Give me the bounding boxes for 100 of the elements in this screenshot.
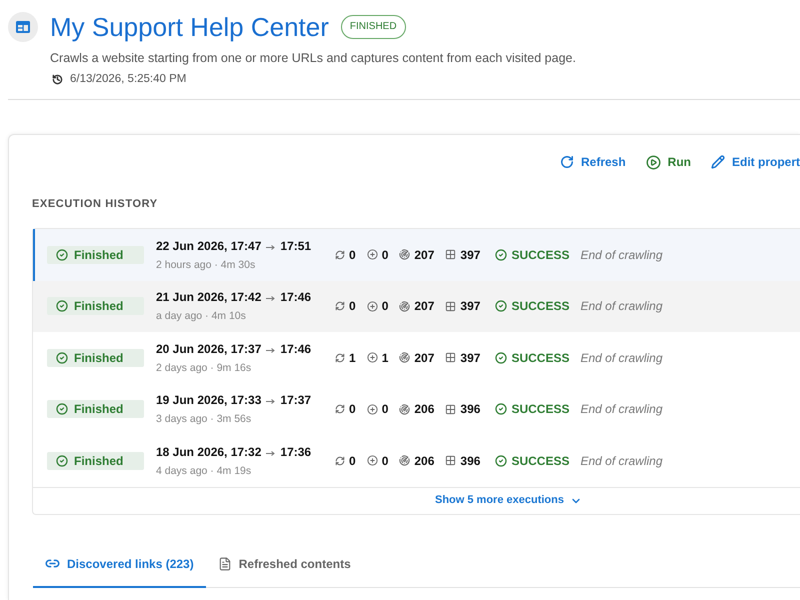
plus-circle-icon xyxy=(366,455,378,466)
plus-circle-icon xyxy=(366,249,378,260)
sync-icon xyxy=(335,352,345,363)
sync-icon xyxy=(335,404,345,414)
radar-icon xyxy=(399,404,410,415)
radar-icon xyxy=(399,455,410,466)
plus-circle-icon xyxy=(366,352,378,364)
check-circle-icon xyxy=(495,352,508,364)
start-time: 19 Jun 2026, 17:33 xyxy=(156,392,262,408)
result-message: End of crawling xyxy=(580,350,662,367)
count-value: 206 xyxy=(414,401,434,418)
grid-icon xyxy=(445,455,456,466)
count-value: 396 xyxy=(460,452,480,470)
count-value: 207 xyxy=(414,246,434,264)
sync-icon xyxy=(335,456,345,466)
end-time: 17:36 xyxy=(280,444,312,460)
radar-icon xyxy=(399,249,410,260)
start-time: 22 Jun 2026, 17:47 xyxy=(156,238,262,254)
edit-button[interactable]: Edit propert xyxy=(711,153,800,171)
status-label: Finished xyxy=(74,350,124,367)
start-time: 18 Jun 2026, 17:32 xyxy=(156,444,262,460)
relative-time: 2 hours ago · 4m 30s xyxy=(156,258,256,272)
sync-icon xyxy=(335,250,345,260)
result-label: SUCCESS xyxy=(511,298,570,316)
arrow-right-icon xyxy=(266,244,276,250)
check-circle-icon xyxy=(56,454,68,467)
refresh-button[interactable]: Refresh xyxy=(560,153,626,171)
play-icon xyxy=(646,154,661,170)
execution-row[interactable]: Finished 22 Jun 2026, 17:47 17:51 2 hours ago · 4m 30s 0 0 207 397 SUCCESS End of crawling xyxy=(33,229,800,280)
browser-window-icon xyxy=(8,12,38,42)
status-label: Finished xyxy=(74,452,124,470)
end-time: 17:51 xyxy=(280,238,312,254)
count-value: 0 xyxy=(382,452,388,470)
start-time: 21 Jun 2026, 17:42 xyxy=(156,289,262,306)
count-value: 0 xyxy=(382,246,388,264)
check-circle-icon xyxy=(495,454,508,467)
result-message: End of crawling xyxy=(580,401,662,418)
start-time: 20 Jun 2026, 17:37 xyxy=(156,340,262,357)
result-label: SUCCESS xyxy=(511,401,570,418)
check-circle-icon xyxy=(495,300,508,312)
grid-icon xyxy=(445,404,456,415)
execution-row[interactable]: Finished 21 Jun 2026, 17:42 17:46 a day ago · 4m 10s 0 0 207 397 SUCCESS End of crawling xyxy=(33,280,800,332)
arrow-right-icon xyxy=(266,450,276,456)
timestamp: 6/13/2026, 5:25:40 PM xyxy=(70,72,186,87)
count-value: 206 xyxy=(414,452,434,470)
tab[interactable]: Refreshed contents xyxy=(206,542,363,588)
page-title: My Support Help Center xyxy=(50,12,329,42)
count-value: 0 xyxy=(349,298,356,316)
relative-time: 4 days ago · 4m 19s xyxy=(156,464,252,478)
result-message: End of crawling xyxy=(580,298,662,316)
relative-time: 2 days ago · 9m 16s xyxy=(156,360,252,375)
grid-icon xyxy=(445,249,456,260)
count-value: 0 xyxy=(349,246,356,264)
end-time: 17:46 xyxy=(280,340,312,357)
document-icon xyxy=(218,556,232,570)
status-label: Finished xyxy=(74,401,124,418)
refresh-icon xyxy=(560,155,574,169)
arrow-right-icon xyxy=(266,348,276,353)
relative-time: a day ago · 4m 10s xyxy=(156,309,246,324)
clock-icon xyxy=(52,74,63,84)
grid-icon xyxy=(445,300,456,312)
count-value: 396 xyxy=(460,401,480,418)
sync-icon xyxy=(335,301,345,312)
pencil-icon xyxy=(711,155,725,169)
check-circle-icon xyxy=(495,248,508,261)
count-value: 0 xyxy=(349,401,356,418)
status-label: Finished xyxy=(74,246,124,264)
count-value: 397 xyxy=(460,298,480,316)
status-label: Finished xyxy=(74,298,124,316)
result-message: End of crawling xyxy=(580,246,662,264)
plus-circle-icon xyxy=(366,404,378,415)
result-label: SUCCESS xyxy=(511,246,570,264)
radar-icon xyxy=(399,352,410,364)
count-value: 207 xyxy=(414,350,434,367)
count-value: 0 xyxy=(382,401,388,418)
count-value: 397 xyxy=(460,350,480,367)
count-value: 0 xyxy=(382,298,388,316)
result-label: SUCCESS xyxy=(511,350,570,367)
check-circle-icon xyxy=(56,300,68,312)
plus-circle-icon xyxy=(366,300,378,312)
check-circle-icon xyxy=(495,403,508,416)
run-button[interactable]: Run xyxy=(646,153,691,171)
check-circle-icon xyxy=(56,403,68,416)
grid-icon xyxy=(445,352,456,364)
count-value: 1 xyxy=(349,350,356,367)
section-heading: EXECUTION HISTORY xyxy=(32,197,159,211)
count-value: 207 xyxy=(414,298,434,316)
check-circle-icon xyxy=(56,352,68,364)
check-circle-icon xyxy=(56,248,68,261)
radar-icon xyxy=(399,300,410,312)
tab[interactable]: Discovered links (223) xyxy=(33,542,206,588)
arrow-right-icon xyxy=(266,296,276,302)
count-value: 0 xyxy=(349,452,356,470)
count-value: 397 xyxy=(460,246,480,264)
count-value: 1 xyxy=(382,350,388,367)
end-time: 17:46 xyxy=(280,289,312,306)
relative-time: 3 days ago · 3m 56s xyxy=(156,412,252,426)
page-description: Crawls a website starting from one or more URLs and captures content from each visited page. xyxy=(50,50,576,67)
show-more-button[interactable]: Show 5 more executions xyxy=(435,492,582,509)
status-badge: FINISHED xyxy=(340,15,406,39)
